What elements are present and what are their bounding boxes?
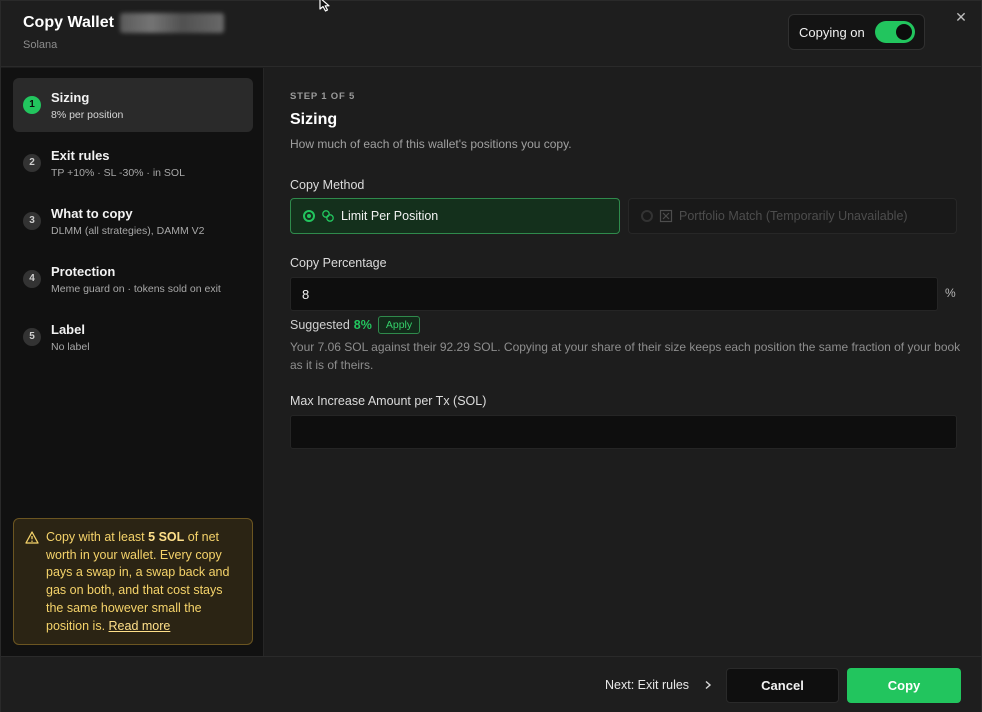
method-portfolio-label: Portfolio Match (Temporarily Unavailable… <box>679 209 908 223</box>
method-limit-per-position[interactable]: Limit Per Position <box>290 198 620 234</box>
portfolio-icon <box>659 209 673 223</box>
step-summary: Meme guard on · tokens sold on exit <box>51 283 221 295</box>
modal-title: Copy Wallet <box>23 14 114 31</box>
method-limit-label: Limit Per Position <box>341 209 439 223</box>
step-number: 4 <box>23 270 41 288</box>
copying-toggle-label: Copying on <box>799 24 865 40</box>
step-summary: No label <box>51 341 90 353</box>
sidebar-step-what-to-copy[interactable]: 3 What to copy DLMM (all strategies), DA… <box>13 194 253 248</box>
warning-min-amount: 5 SOL <box>148 530 185 544</box>
wallet-address-redacted <box>119 13 224 33</box>
min-balance-warning: Copy with at least 5 SOL of net worth in… <box>13 518 253 645</box>
suggestion-explanation: Your 7.06 SOL against their 92.29 SOL. C… <box>290 340 961 372</box>
sizing-panel: STEP 1 OF 5 Sizing How much of each of t… <box>265 68 981 656</box>
percent-suffix: % <box>945 286 956 300</box>
section-title: Sizing <box>290 111 338 128</box>
step-summary: 8% per position <box>51 109 124 121</box>
step-title: Label <box>51 322 85 337</box>
radio-selected-icon <box>303 210 315 222</box>
max-increase-label: Max Increase Amount per Tx (SOL) <box>290 394 487 408</box>
chevron-right-icon <box>705 680 712 690</box>
modal-footer: Next: Exit rules Cancel Copy <box>1 656 981 712</box>
warning-icon <box>25 531 39 544</box>
warning-text: Copy with at least 5 SOL of net worth in… <box>46 529 242 635</box>
toggle-knob <box>895 24 912 40</box>
apply-suggestion-button[interactable]: Apply <box>377 316 421 334</box>
sidebar-step-exit-rules[interactable]: 2 Exit rules TP +10% · SL -30% · in SOL <box>13 136 253 190</box>
max-increase-input[interactable] <box>290 415 957 449</box>
cancel-button[interactable]: Cancel <box>726 668 839 703</box>
method-portfolio-match: Portfolio Match (Temporarily Unavailable… <box>628 198 957 234</box>
read-more-link[interactable]: Read more <box>109 619 171 633</box>
step-title: Exit rules <box>51 148 110 163</box>
step-title: Sizing <box>51 90 90 105</box>
section-description: How much of each of this wallet's positi… <box>290 137 572 151</box>
sidebar-step-protection[interactable]: 4 Protection Meme guard on · tokens sold… <box>13 252 253 306</box>
toggle-switch[interactable] <box>874 21 915 43</box>
mouse-cursor-icon <box>319 0 330 12</box>
modal-header: Copy Wallet Solana Copying on ✕ <box>1 1 981 67</box>
copy-percentage-input[interactable]: 8 <box>290 277 938 311</box>
copy-method-label: Copy Method <box>290 178 365 192</box>
next-step-button[interactable]: Next: Exit rules <box>605 678 713 692</box>
step-number: 2 <box>23 154 41 172</box>
copy-wallet-modal: Copy Wallet Solana Copying on ✕ 1 Sizing… <box>0 0 982 712</box>
warning-text-post: of net worth in your wallet. Every copy … <box>46 530 230 633</box>
link-icon <box>322 210 334 222</box>
step-title: Protection <box>51 264 116 279</box>
suggested-value: 8% <box>353 318 372 332</box>
copy-button[interactable]: Copy <box>847 668 961 703</box>
close-icon[interactable]: ✕ <box>953 9 969 25</box>
step-indicator: STEP 1 OF 5 <box>290 91 356 102</box>
radio-unselected-icon <box>641 210 653 222</box>
sidebar-step-sizing[interactable]: 1 Sizing 8% per position <box>13 78 253 132</box>
chain-label: Solana <box>23 39 58 51</box>
warning-text-pre: Copy with at least <box>46 530 149 544</box>
step-summary: DLMM (all strategies), DAMM V2 <box>51 225 205 237</box>
step-number: 3 <box>23 212 41 230</box>
title-row: Copy Wallet <box>23 13 224 33</box>
step-number: 1 <box>23 96 41 114</box>
sidebar-step-label[interactable]: 5 Label No label <box>13 310 253 364</box>
copying-toggle[interactable]: Copying on <box>788 14 925 50</box>
copy-percentage-label: Copy Percentage <box>290 256 387 270</box>
suggested-label: Suggested <box>290 318 350 332</box>
step-number: 5 <box>23 328 41 346</box>
next-step-label: Next: Exit rules <box>605 678 690 692</box>
step-title: What to copy <box>51 206 133 221</box>
steps-sidebar: 1 Sizing 8% per position 2 Exit rules TP… <box>1 68 264 656</box>
step-summary: TP +10% · SL -30% · in SOL <box>51 167 185 179</box>
suggestion-row: Suggested 8% Apply <box>290 316 421 334</box>
